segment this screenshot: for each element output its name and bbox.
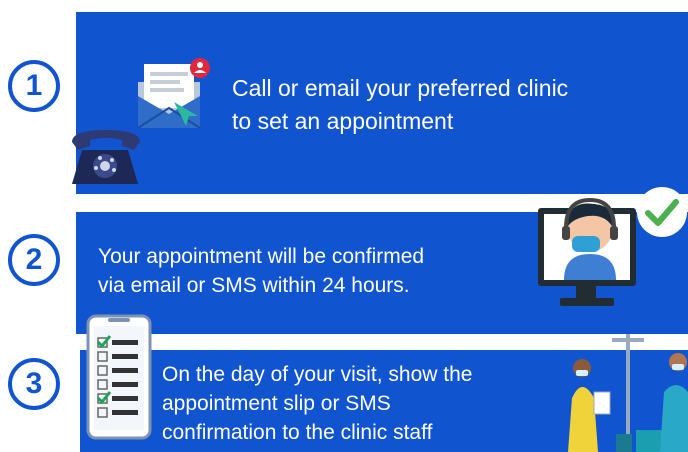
telephone-icon (72, 130, 140, 184)
step-1-number: 1 (8, 60, 60, 112)
step-2-number: 2 (8, 234, 60, 286)
step-3-number: 3 (8, 358, 60, 410)
step-3-text: On the day of your visit, show the appoi… (162, 360, 542, 447)
monitor-agent-icon (538, 197, 636, 306)
step-1-line-1: Call or email your preferred clinic (232, 75, 569, 101)
step-2-text: Your appointment will be confirmed via e… (98, 242, 528, 300)
step-2-line-2: via email or SMS within 24 hours. (98, 274, 410, 297)
step-1-text: Call or email your preferred clinic to s… (232, 72, 672, 138)
step-3-line-3: confirmation to the clinic staff (162, 421, 433, 444)
envelope-icon (137, 58, 210, 129)
step-1-line-2: to set an appointment (232, 108, 454, 134)
step-3-line-1: On the day of your visit, show the (162, 363, 473, 386)
phone-checklist-icon (86, 314, 152, 440)
checkmark-icon (637, 187, 687, 237)
clinic-staff-icon (568, 334, 688, 452)
step-2-line-1: Your appointment will be confirmed (98, 245, 425, 268)
step-3-line-2: appointment slip or SMS (162, 392, 391, 415)
